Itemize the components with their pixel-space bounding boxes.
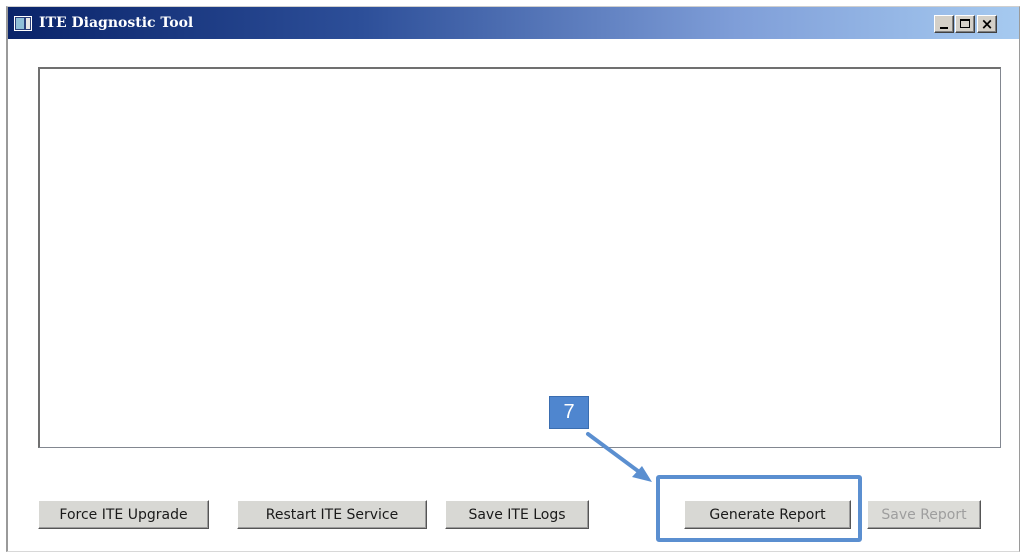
force-ite-upgrade-button[interactable]: Force ITE Upgrade xyxy=(38,500,209,529)
window-title: ITE Diagnostic Tool xyxy=(39,15,194,31)
app-window: ITE Diagnostic Tool × Force ITE Upgrade … xyxy=(6,6,1020,552)
restart-ite-service-button[interactable]: Restart ITE Service xyxy=(237,500,427,529)
title-bar[interactable]: ITE Diagnostic Tool × xyxy=(8,7,1019,39)
output-textarea[interactable] xyxy=(38,67,1001,448)
maximize-icon xyxy=(960,19,970,28)
generate-report-button[interactable]: Generate Report xyxy=(684,500,851,529)
step-number-badge: 7 xyxy=(549,396,589,429)
save-ite-logs-button[interactable]: Save ITE Logs xyxy=(445,500,589,529)
step-arrow-icon xyxy=(586,432,652,482)
app-icon xyxy=(14,16,32,31)
minimize-icon xyxy=(940,27,948,29)
close-icon: × xyxy=(980,15,994,33)
minimize-button[interactable] xyxy=(934,15,954,33)
maximize-button[interactable] xyxy=(955,15,975,33)
save-report-button: Save Report xyxy=(867,500,981,529)
close-button[interactable]: × xyxy=(977,15,997,33)
